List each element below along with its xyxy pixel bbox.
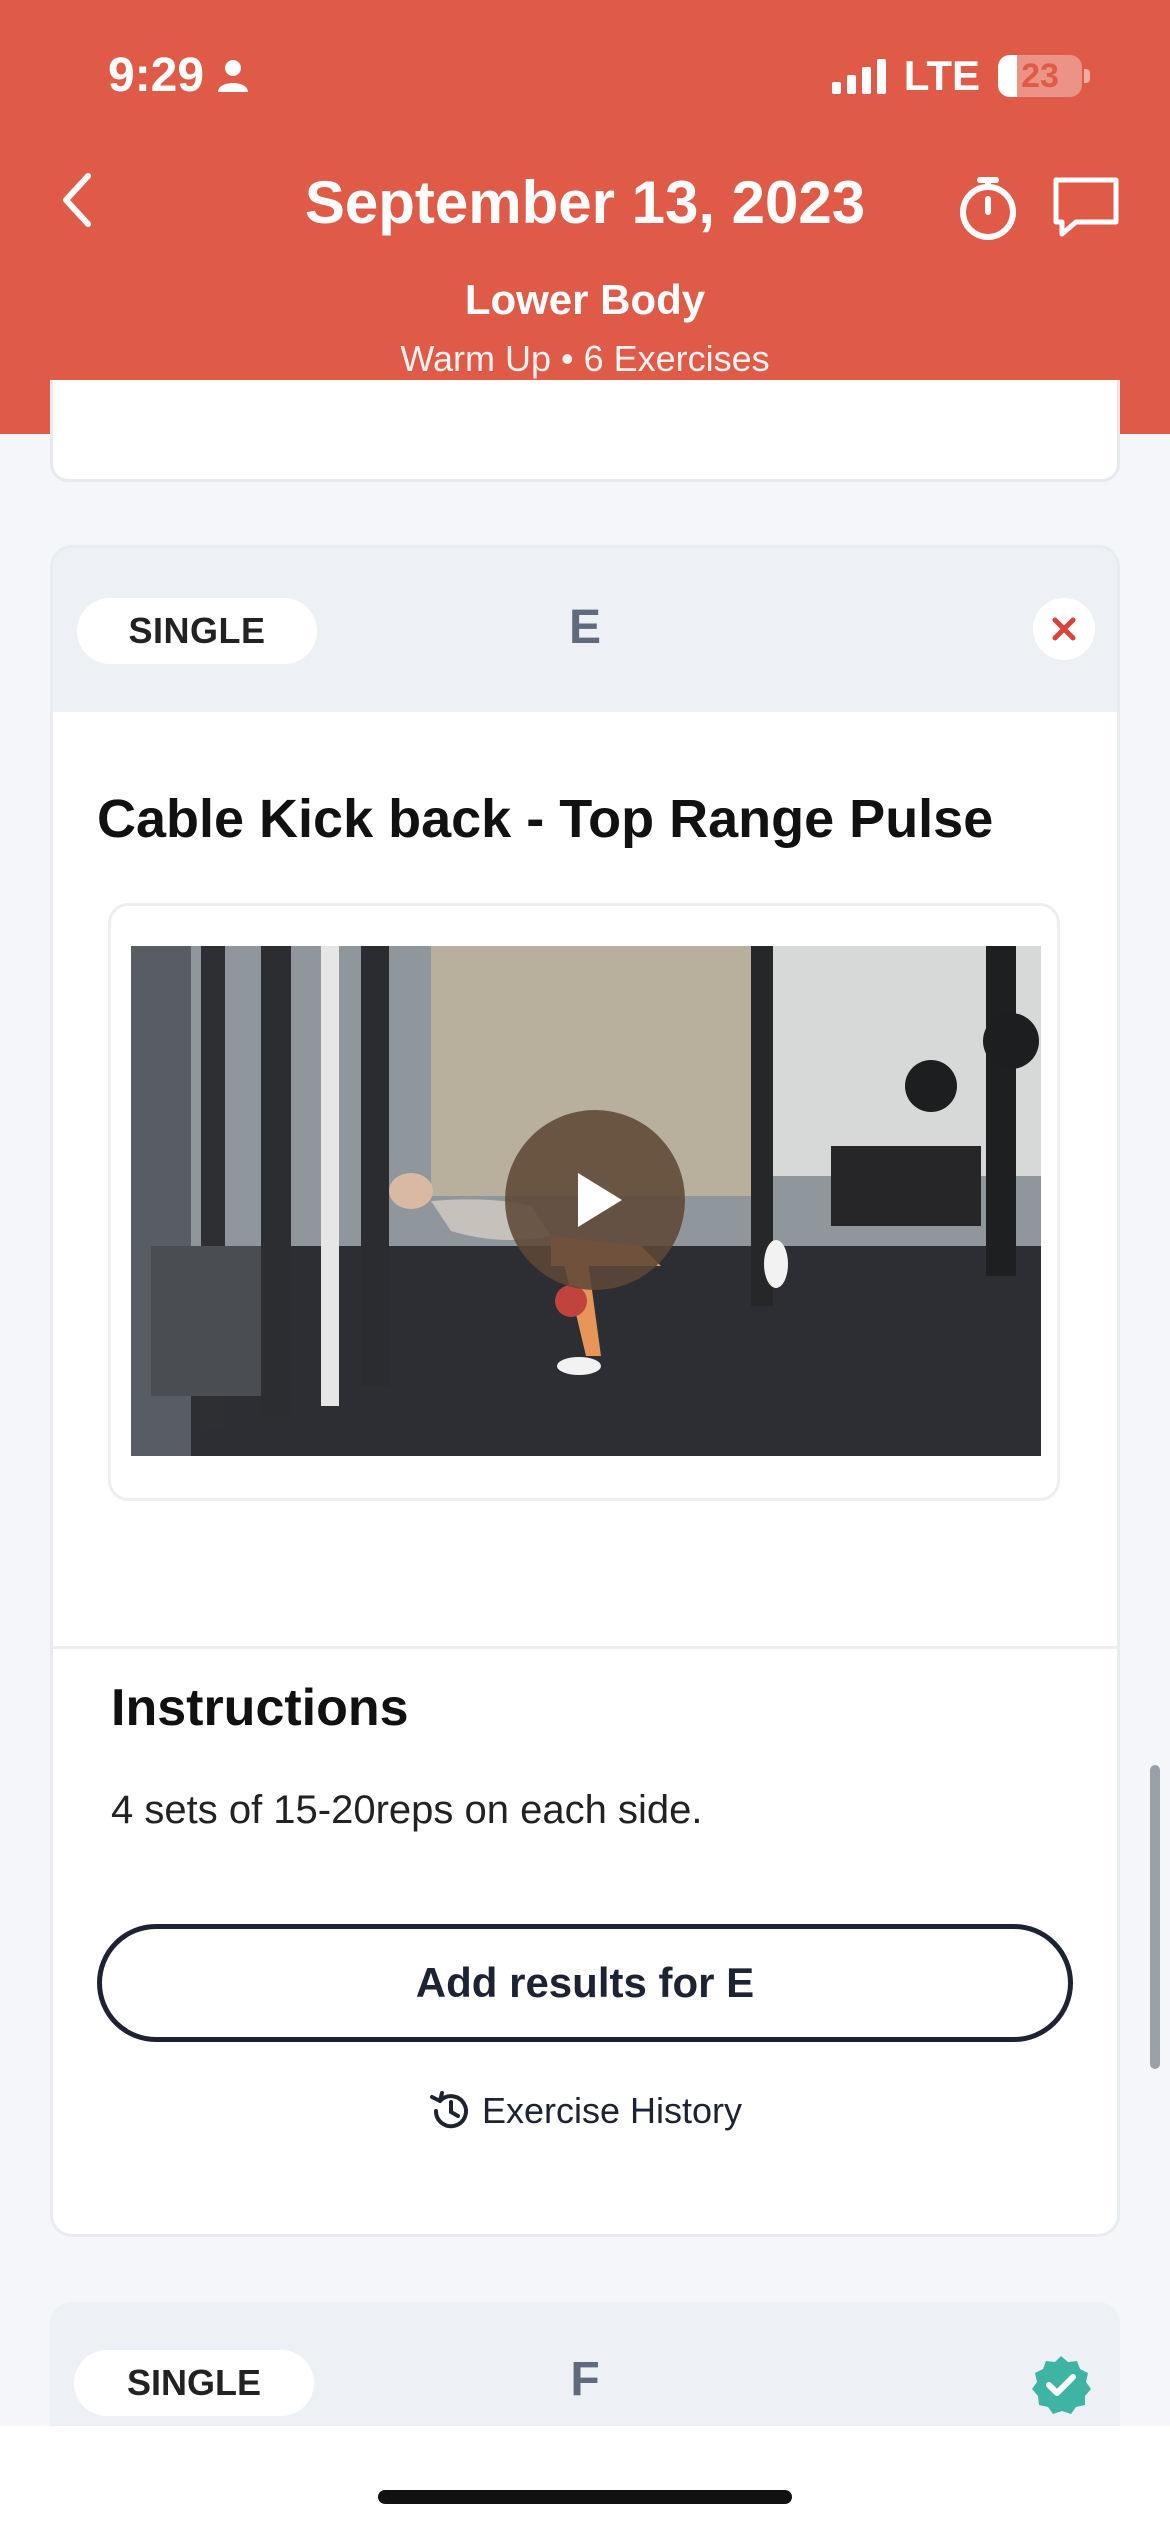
header: 9:29 LTE 23 September 13, 2023 Lower Bod… [0,0,1170,434]
network-label: LTE [903,52,980,99]
check-badge-icon [1032,2356,1091,2414]
exercise-letter: E [568,601,601,654]
divider [53,1646,1117,1649]
chat-button[interactable] [1050,172,1122,244]
exercise-card-header: SINGLE E [53,548,1117,712]
status-right: LTE 23 [831,52,1090,100]
previous-card-edge [50,380,1120,482]
video-frame [108,903,1060,1501]
completed-badge [1030,2354,1092,2416]
play-icon [578,1173,622,1227]
instructions-heading: Instructions [111,1679,409,1737]
status-time: 9:29 [108,48,250,103]
close-icon [1052,617,1076,641]
exercise-video[interactable] [131,946,1041,1456]
instructions-text: 4 sets of 15-20reps on each side. [111,1788,703,1832]
add-results-button[interactable]: Add results for E [97,1924,1073,2042]
home-indicator [378,2490,792,2504]
chat-icon [1053,177,1119,237]
stopwatch-icon [960,177,1016,240]
exercise-card: SINGLE E Cable Kick back - Top Range Pul… [50,545,1120,2237]
battery-icon: 23 [998,55,1090,97]
stopwatch-button[interactable] [952,172,1024,244]
remove-exercise-button[interactable] [1033,598,1095,660]
exercise-history-label: Exercise History [481,2090,743,2131]
battery-level: 23 [1021,56,1059,95]
exercise-history-link[interactable]: Exercise History [53,2088,1117,2134]
workout-subtitle: Warm Up • 6 Exercises [400,338,770,379]
bottom-safe-area [0,2426,1170,2532]
next-exercise-letter: F [570,2353,600,2406]
person-icon [218,59,249,92]
workout-name: Lower Body [464,276,706,323]
play-button[interactable] [505,1110,685,1290]
signal-icon [831,58,886,94]
scrollbar[interactable] [1150,1765,1160,2069]
history-icon [429,2091,468,2129]
exercise-title: Cable Kick back - Top Range Pulse [97,789,994,849]
